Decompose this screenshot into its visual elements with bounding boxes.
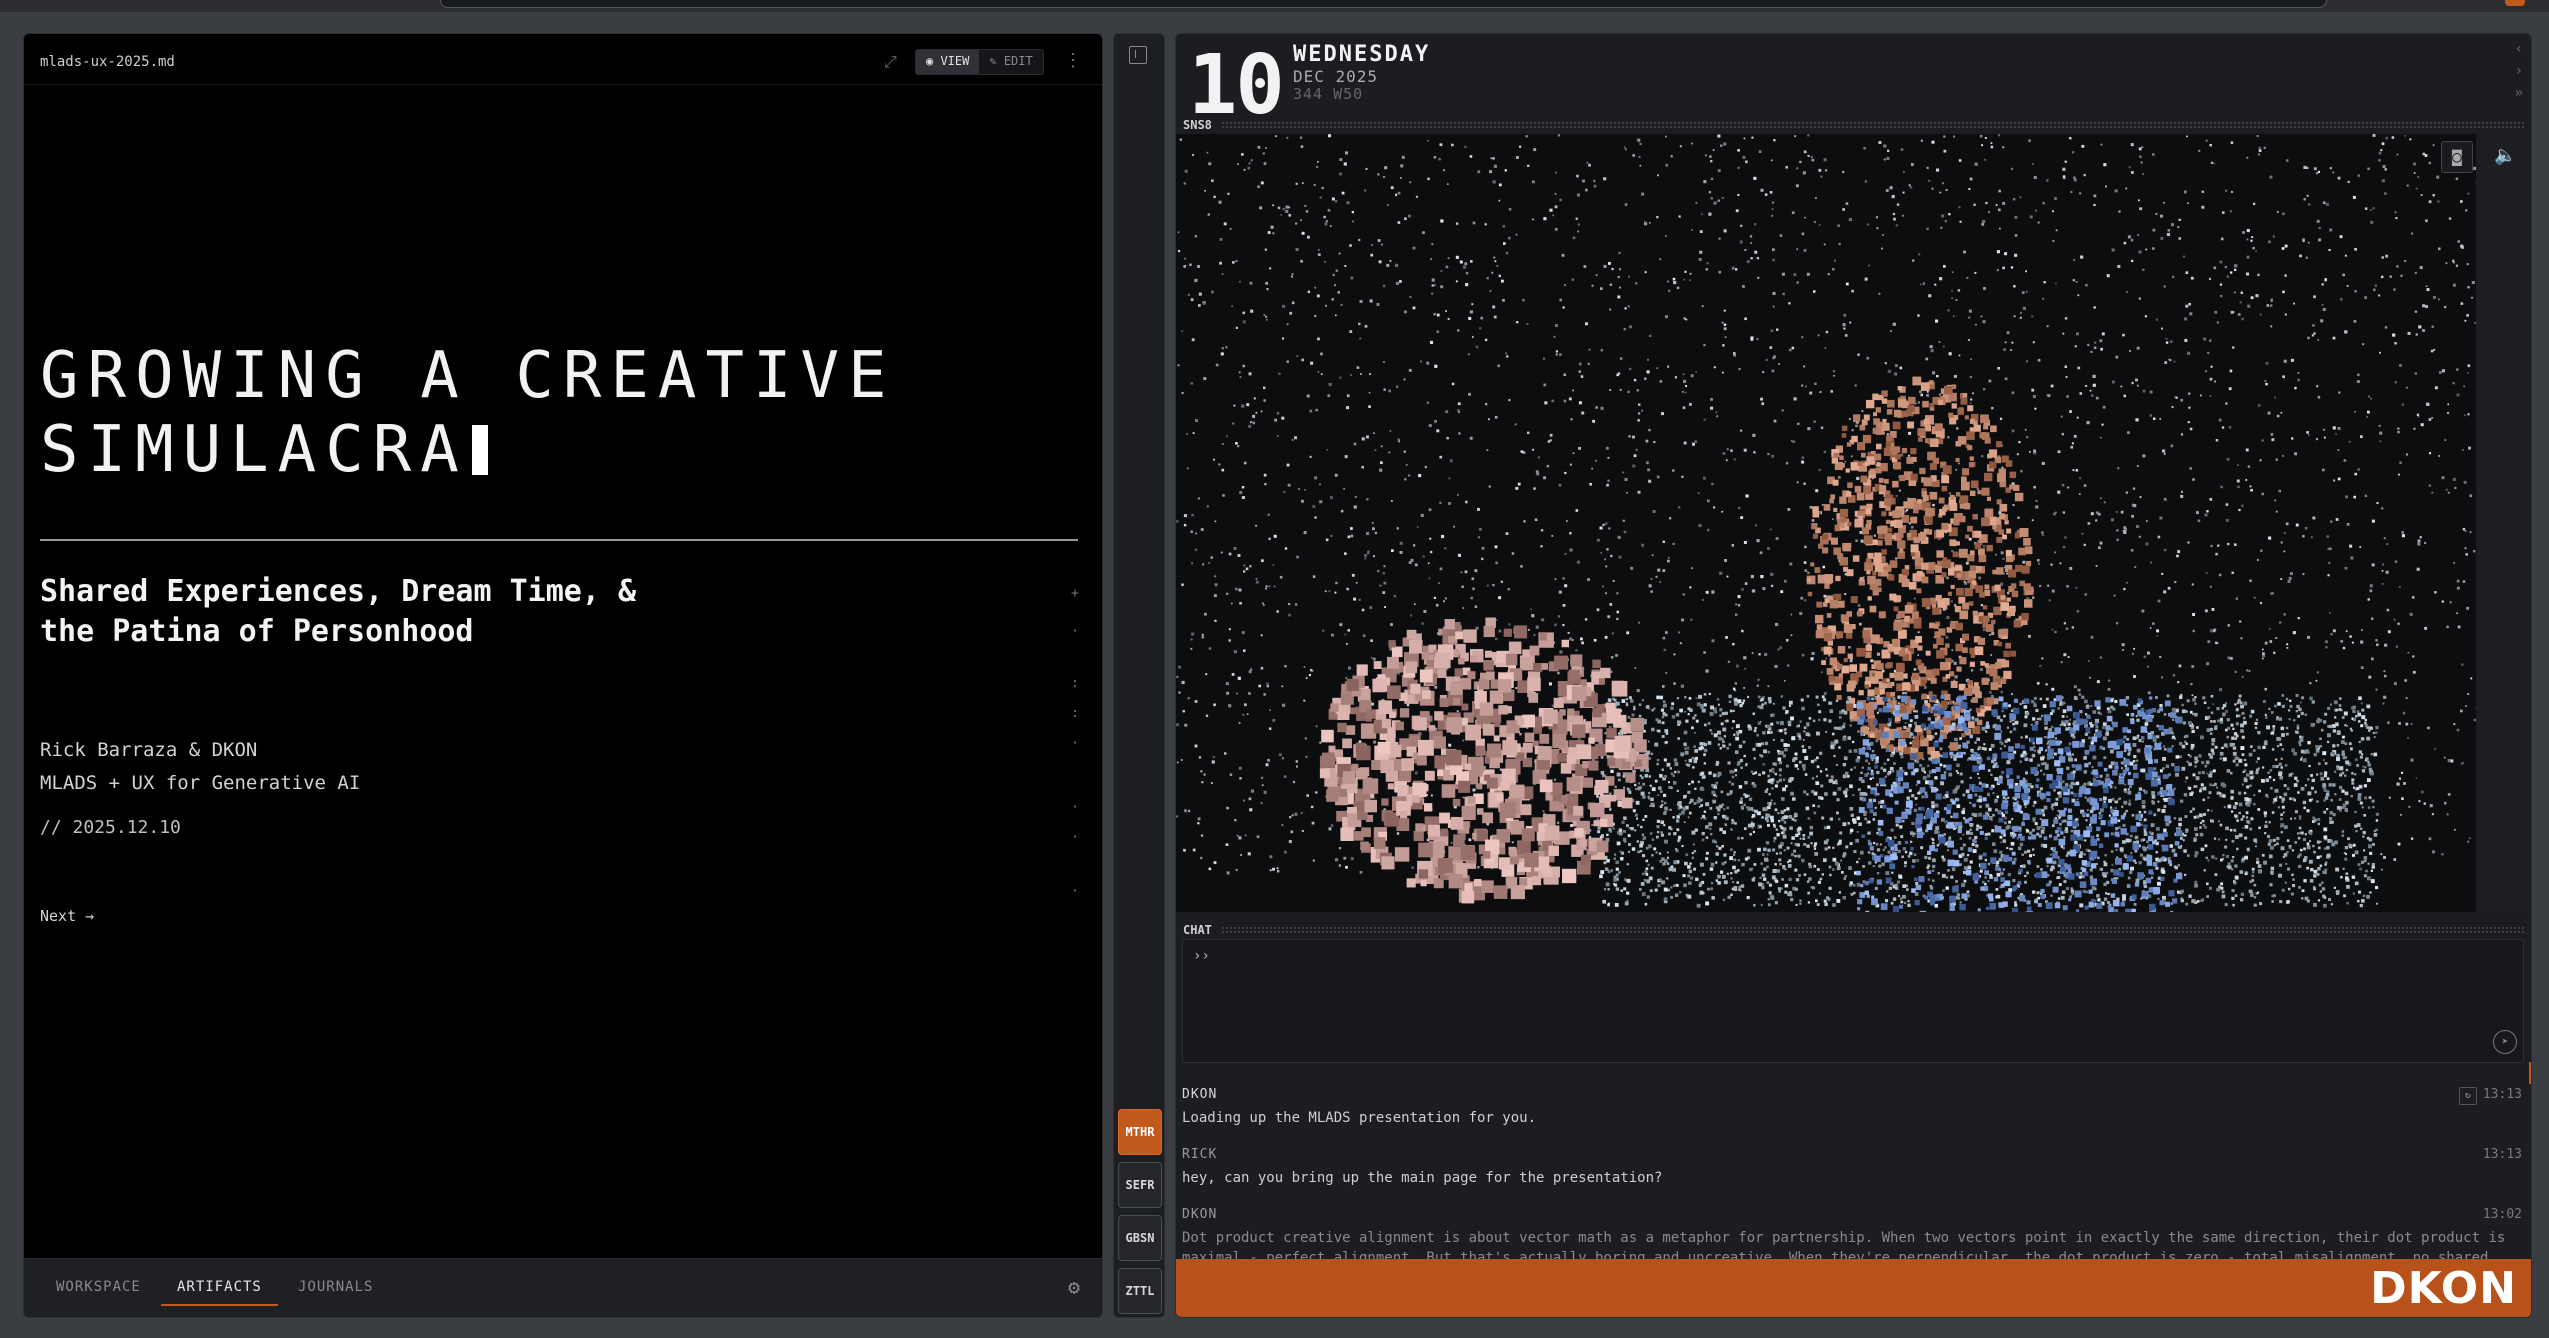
message-time: ↻ 13:13 bbox=[2458, 1087, 2522, 1105]
refresh-icon[interactable]: ↻ bbox=[2458, 1087, 2477, 1105]
next-link[interactable]: Next → bbox=[40, 907, 94, 925]
message-text: hey, can you bring up the main page for … bbox=[1182, 1170, 1663, 1186]
message-text: Dot product creative alignment is about … bbox=[1182, 1230, 2506, 1246]
expand-icon[interactable]: ⤢ bbox=[884, 52, 897, 72]
agent-panel: 10 WEDNESDAY DEC 2025 344 W50 ‹ › » SNS8… bbox=[1175, 33, 2532, 1318]
chevron-left-icon[interactable]: ‹ bbox=[2515, 38, 2523, 60]
brand-logo: DKON bbox=[2370, 1263, 2517, 1314]
chat-label: CHAT bbox=[1183, 923, 1212, 937]
edit-button[interactable]: ✎ EDIT bbox=[979, 50, 1042, 74]
point-cloud-image bbox=[1176, 134, 2476, 912]
gutter-mark: · bbox=[1071, 800, 1079, 815]
sidebar-toggle-icon[interactable] bbox=[1129, 46, 1147, 64]
pencil-icon: ✎ bbox=[989, 54, 1004, 68]
divider bbox=[40, 539, 1078, 541]
message-text: Loading up the MLADS presentation for yo… bbox=[1182, 1110, 1537, 1126]
speaker-icon[interactable]: 🔈 bbox=[2494, 145, 2516, 166]
message-author: RICK bbox=[1182, 1147, 1218, 1162]
eye-icon: ◉ bbox=[926, 54, 941, 68]
subtitle-line1: Shared Experiences, Dream Time, & bbox=[40, 574, 637, 609]
point-cloud-feed bbox=[1176, 134, 2476, 912]
tab-journals[interactable]: JOURNALS bbox=[298, 1279, 373, 1295]
feed-header: SNS8 bbox=[1176, 118, 2531, 132]
chevron-right-icon[interactable]: › bbox=[2515, 60, 2523, 82]
date-day-week: 344 W50 bbox=[1293, 85, 1364, 103]
message-author: DKON bbox=[1182, 1207, 1218, 1222]
gutter-mark: · bbox=[1071, 884, 1079, 899]
panel-tabs: WORKSPACE ARTIFACTS JOURNALS ⚙ bbox=[24, 1258, 1102, 1317]
gutter-mark: : bbox=[1071, 706, 1079, 721]
text-cursor bbox=[471, 425, 488, 475]
rail-button-mthr[interactable]: MTHR bbox=[1118, 1109, 1162, 1155]
gutter-mark: · bbox=[1071, 736, 1079, 751]
send-icon[interactable]: ➤ bbox=[2493, 1030, 2517, 1054]
message-time: 13:13 bbox=[2482, 1147, 2522, 1162]
slide-subtitle: Shared Experiences, Dream Time, & the Pa… bbox=[40, 572, 636, 652]
message-author: DKON bbox=[1182, 1087, 1218, 1102]
document-panel: mlads-ux-2025.md ⤢ ◉ VIEW ✎ EDIT ⋮ GROWI… bbox=[23, 33, 1103, 1318]
slide-date: // 2025.12.10 bbox=[40, 817, 181, 838]
slide-title-line1: GROWING A CREATIVE bbox=[40, 339, 896, 413]
author-line1: Rick Barraza & DKON bbox=[40, 739, 258, 761]
author-block: Rick Barraza & DKON MLADS + UX for Gener… bbox=[40, 734, 360, 800]
status-dot bbox=[2505, 0, 2525, 6]
chat-prompt: ›› bbox=[1193, 948, 1210, 964]
window-top-strip bbox=[0, 0, 2549, 12]
rail-button-zttl[interactable]: ZTTL bbox=[1118, 1268, 1162, 1314]
file-name: mlads-ux-2025.md bbox=[40, 54, 175, 70]
chat-header: CHAT bbox=[1176, 923, 2531, 937]
chat-input[interactable]: ›› ➤ bbox=[1182, 939, 2524, 1063]
gutter-mark: · bbox=[1071, 624, 1079, 639]
author-line2: MLADS + UX for Generative AI bbox=[40, 772, 361, 794]
feed-label: SNS8 bbox=[1183, 118, 1212, 132]
double-chevron-icon[interactable]: » bbox=[2515, 82, 2523, 104]
tab-workspace[interactable]: WORKSPACE bbox=[56, 1279, 141, 1295]
chat-message: DKON Loading up the MLADS presentation f… bbox=[1182, 1087, 2522, 1128]
rail-button-sefr[interactable]: SEFR bbox=[1118, 1162, 1162, 1208]
gutter-mark: · bbox=[1071, 830, 1079, 845]
rail-button-gbsn[interactable]: GBSN bbox=[1118, 1215, 1162, 1261]
slide-title: GROWING A CREATIVE SIMULACRA bbox=[40, 339, 896, 487]
feed-sidebar bbox=[2479, 134, 2531, 912]
date-nav: ‹ › » bbox=[2515, 38, 2523, 104]
gutter-mark: : bbox=[1071, 676, 1079, 691]
document-header: mlads-ux-2025.md ⤢ ◉ VIEW ✎ EDIT ⋮ bbox=[24, 34, 1102, 85]
subtitle-line2: the Patina of Personhood bbox=[40, 614, 474, 649]
date-weekday: WEDNESDAY bbox=[1293, 42, 1431, 67]
view-button[interactable]: ◉ VIEW bbox=[916, 50, 980, 74]
address-bar[interactable] bbox=[440, 0, 2327, 8]
header-dots bbox=[1221, 121, 2525, 129]
chat-message: RICK hey, can you bring up the main page… bbox=[1182, 1147, 2522, 1188]
date-month-year: DEC 2025 bbox=[1293, 67, 1379, 86]
gutter-mark: + bbox=[1071, 586, 1079, 601]
slide-title-line2: SIMULACRA bbox=[40, 413, 468, 487]
agent-rail: MTHR SEFR GBSN ZTTL bbox=[1113, 33, 1165, 1318]
view-edit-toggle: ◉ VIEW ✎ EDIT bbox=[915, 49, 1044, 75]
camera-icon[interactable]: ◙ bbox=[2441, 141, 2473, 173]
tab-artifacts[interactable]: ARTIFACTS bbox=[161, 1279, 278, 1306]
message-time: 13:02 bbox=[2482, 1207, 2522, 1222]
kebab-icon[interactable]: ⋮ bbox=[1064, 50, 1082, 71]
header-dots bbox=[1221, 926, 2525, 934]
brand-bar: DKON bbox=[1176, 1259, 2531, 1317]
gear-icon[interactable]: ⚙ bbox=[1068, 1275, 1080, 1299]
scroll-indicator bbox=[2529, 1062, 2531, 1084]
